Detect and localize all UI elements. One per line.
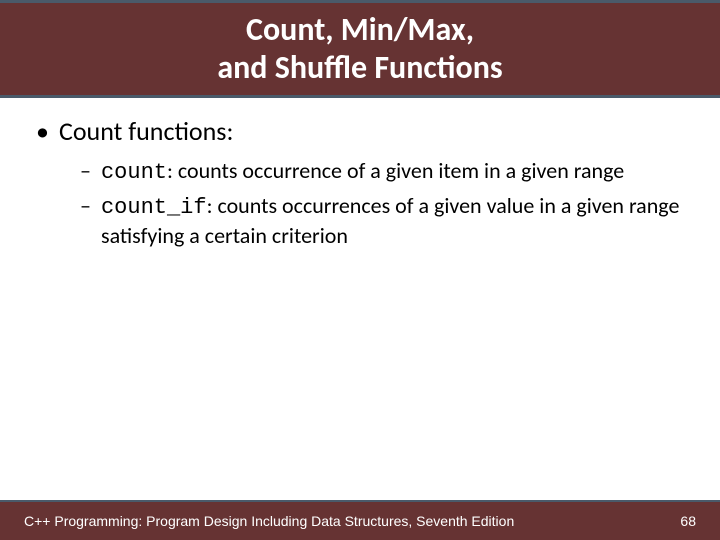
- code-identifier: count: [101, 160, 167, 185]
- bullet-level-1: • Count functions:: [30, 116, 690, 147]
- title-line-2: and Shuffle Functions: [217, 48, 502, 87]
- sub-bullet-text: count_if: counts occurrences of a given …: [101, 192, 681, 251]
- bullet-text: Count functions:: [59, 116, 233, 147]
- bullet-marker: •: [36, 116, 49, 147]
- sub-bullet-list: – count: counts occurrence of a given it…: [80, 157, 690, 251]
- footer-text: C++ Programming: Program Design Includin…: [24, 513, 514, 529]
- sub-bullet-item: – count_if: counts occurrences of a give…: [80, 192, 690, 251]
- page-number: 68: [680, 513, 696, 529]
- sub-bullet-text: count: counts occurrence of a given item…: [101, 157, 624, 188]
- sub-bullet-item: – count: counts occurrence of a given it…: [80, 157, 690, 188]
- slide-content: • Count functions: – count: counts occur…: [0, 98, 720, 251]
- slide-title: Count, Min/Max, and Shuffle Functions: [217, 11, 502, 88]
- sub-bullet-marker: –: [80, 157, 91, 186]
- title-line-1: Count, Min/Max,: [246, 10, 474, 49]
- sub-bullet-desc: : counts occurrence of a given item in a…: [167, 157, 624, 184]
- sub-bullet-marker: –: [80, 192, 91, 221]
- code-identifier: count_if: [101, 195, 207, 220]
- slide-title-bar: Count, Min/Max, and Shuffle Functions: [0, 0, 720, 98]
- slide-footer: C++ Programming: Program Design Includin…: [0, 500, 720, 540]
